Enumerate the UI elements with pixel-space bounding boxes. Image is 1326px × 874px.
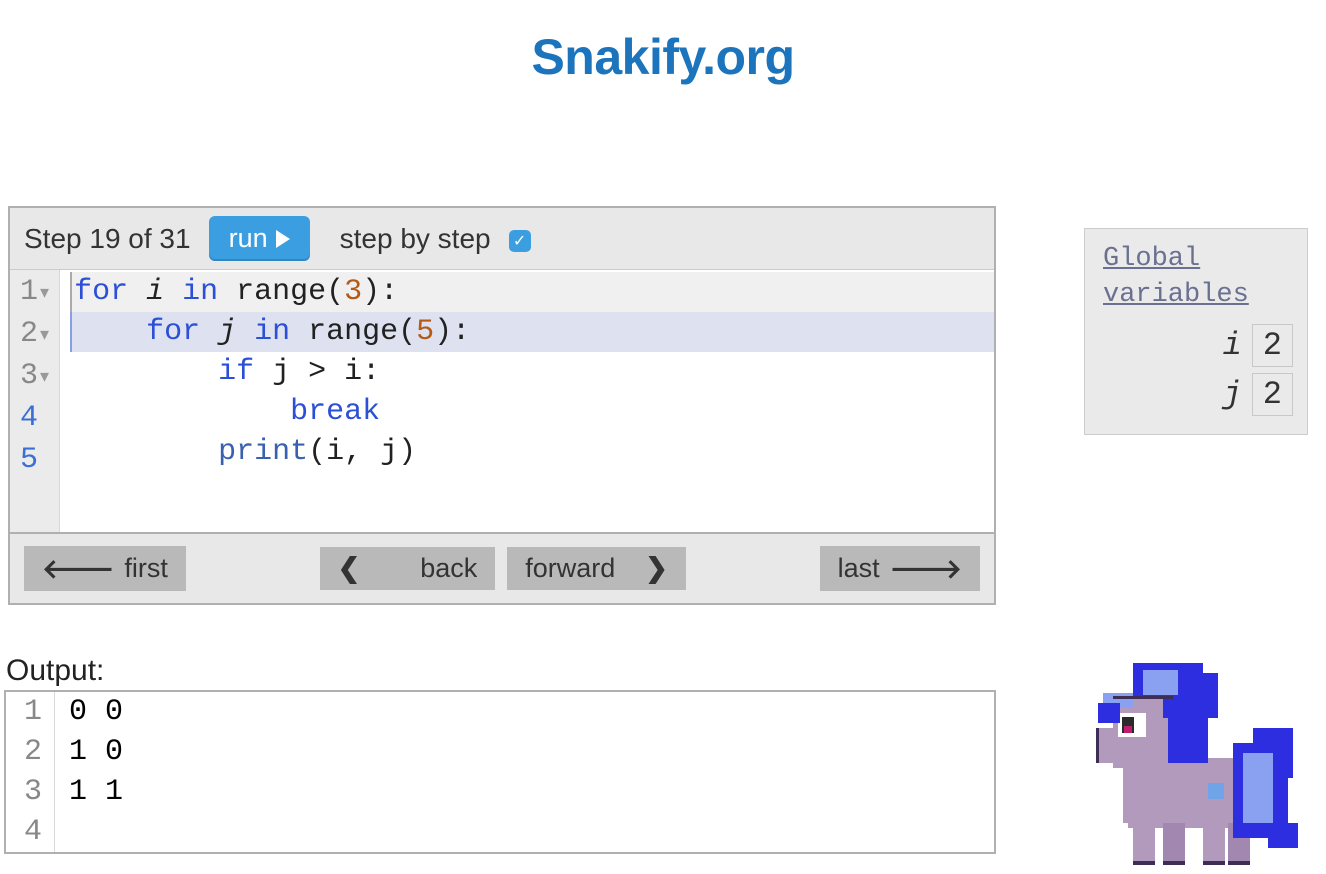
step-by-step-label: step by step <box>340 223 491 255</box>
var-row: j 2 <box>1103 373 1293 416</box>
chevron-left-icon: ❮ <box>338 553 361 584</box>
fold-icon[interactable]: ▾ <box>40 284 49 304</box>
globals-table: i 2 j 2 <box>1103 324 1293 416</box>
output-area: Output: 1234 0 0 1 0 1 1 <box>4 646 996 854</box>
var-name: j <box>1223 376 1242 413</box>
editor-panel: Step 19 of 31 run step by step ✓ 1▾ 2▾ 3… <box>8 206 996 605</box>
back-button[interactable]: ❮ back <box>320 547 496 590</box>
globals-title[interactable]: Global variables <box>1103 241 1293 314</box>
run-button[interactable]: run <box>209 216 310 261</box>
last-label: last <box>838 553 880 584</box>
code-line-2-current[interactable]: for j in range(5): <box>70 312 994 352</box>
line-number: 1 <box>20 275 38 309</box>
output-label: Output: <box>6 654 996 688</box>
toolbar: Step 19 of 31 run step by step ✓ <box>10 208 994 270</box>
output-line: 1 0 <box>69 732 123 772</box>
forward-label: forward <box>525 553 615 584</box>
line-number: 4 <box>20 401 38 435</box>
output-box: 1234 0 0 1 0 1 1 <box>4 690 996 854</box>
fold-icon[interactable]: ▾ <box>40 326 49 346</box>
code-line-5[interactable]: print(i, j) <box>70 432 994 472</box>
var-row: i 2 <box>1103 324 1293 367</box>
back-label: back <box>420 553 477 584</box>
output-gutter: 1234 <box>6 692 55 852</box>
line-number: 2 <box>20 317 38 351</box>
code-editor[interactable]: 1▾ 2▾ 3▾ 4▾ 5▾ for i in range(3): for j … <box>10 270 994 532</box>
line-number: 5 <box>20 443 38 477</box>
code-line-1[interactable]: for i in range(3): <box>70 272 994 312</box>
run-label: run <box>229 223 268 254</box>
code-body[interactable]: for i in range(3): for j in range(5): if… <box>60 270 994 532</box>
output-body: 0 0 1 0 1 1 <box>55 692 123 852</box>
arrow-right-icon: 🡒 <box>890 552 962 585</box>
var-value: 2 <box>1252 373 1293 416</box>
gutter: 1▾ 2▾ 3▾ 4▾ 5▾ <box>10 270 60 532</box>
step-by-step-checkbox[interactable]: ✓ <box>509 230 531 252</box>
fold-icon[interactable]: ▾ <box>40 368 49 388</box>
first-label: first <box>124 553 168 584</box>
play-icon <box>276 230 290 248</box>
code-line-3[interactable]: if j > i: <box>70 352 994 392</box>
globals-panel: Global variables i 2 j 2 <box>1084 228 1308 435</box>
last-button[interactable]: last 🡒 <box>820 546 980 591</box>
mascot-image <box>1018 578 1308 868</box>
chevron-right-icon: ❯ <box>645 553 668 584</box>
line-number: 3 <box>20 359 38 393</box>
var-name: i <box>1223 327 1242 364</box>
var-value: 2 <box>1252 324 1293 367</box>
code-line-4[interactable]: break <box>70 392 994 432</box>
step-nav: 🡐 first ❮ back forward ❯ last 🡒 <box>10 532 994 603</box>
forward-button[interactable]: forward ❯ <box>507 547 686 590</box>
output-line: 1 1 <box>69 772 123 812</box>
arrow-left-icon: 🡐 <box>42 552 114 585</box>
site-title: Snakify.org <box>0 28 1326 86</box>
step-counter: Step 19 of 31 <box>24 223 191 255</box>
first-button[interactable]: 🡐 first <box>24 546 186 591</box>
output-line: 0 0 <box>69 692 123 732</box>
